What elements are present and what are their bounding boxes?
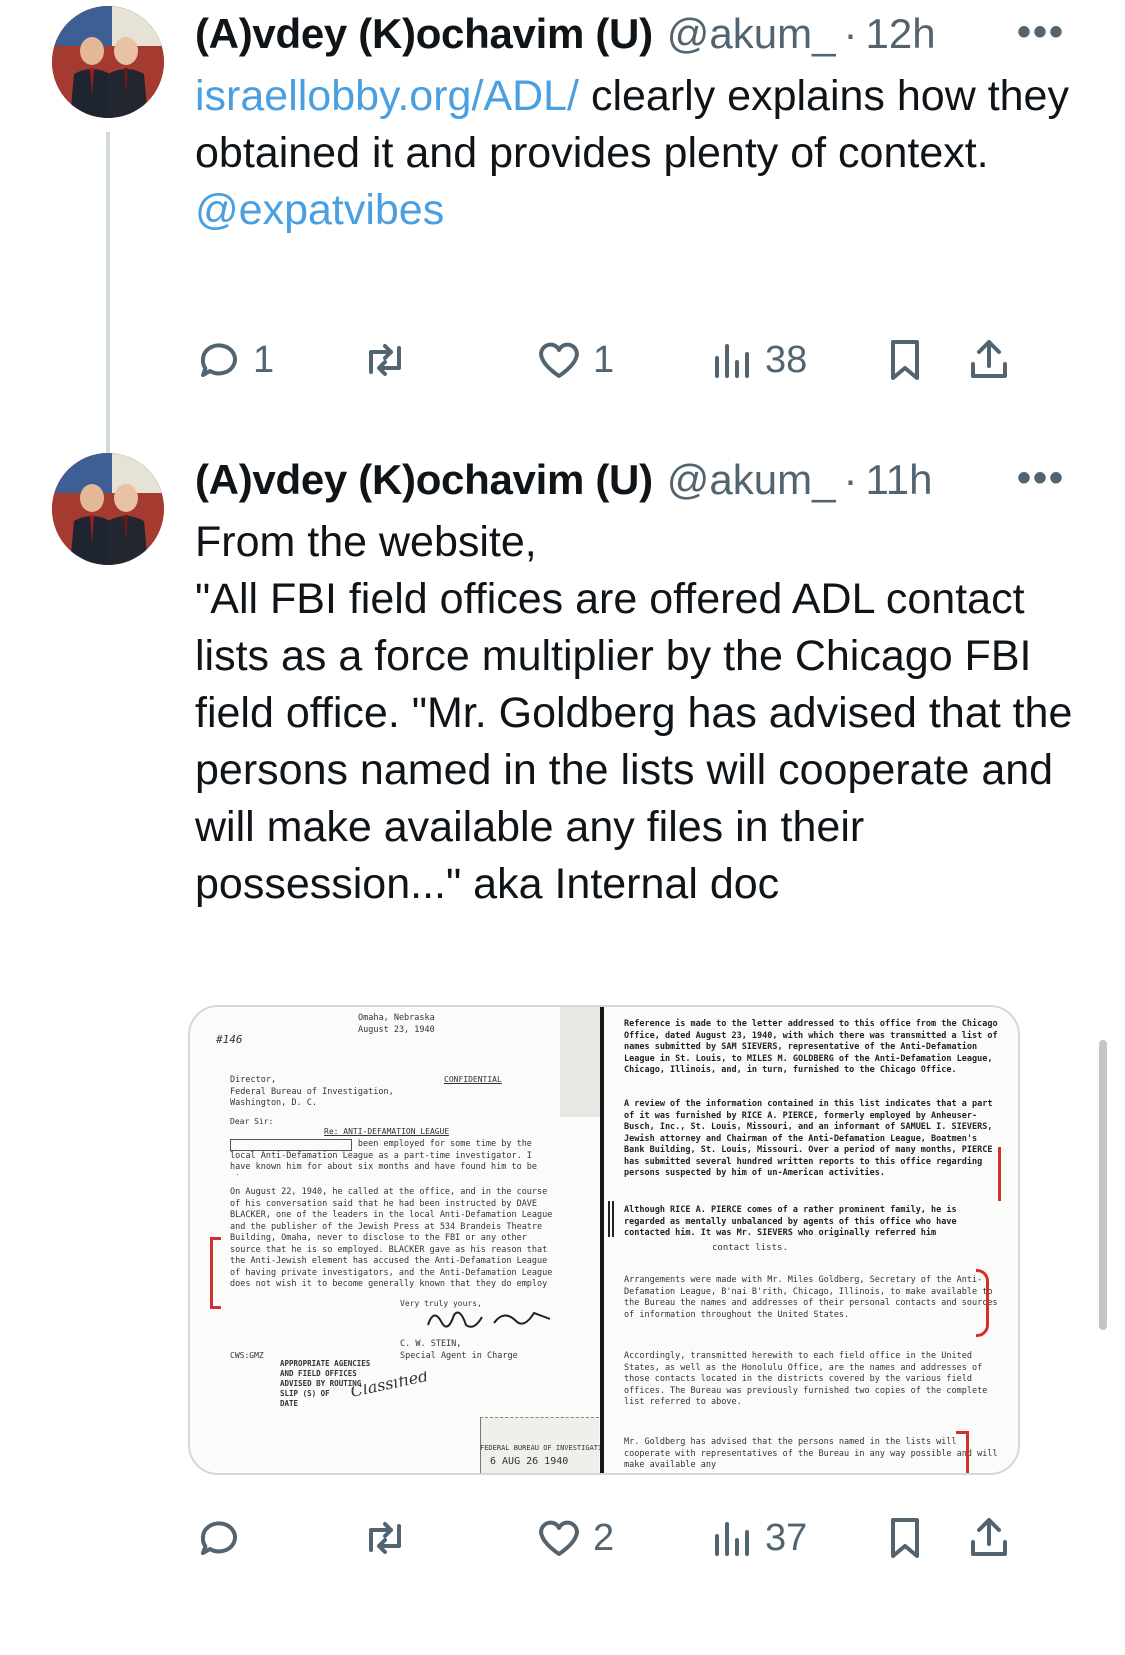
views-icon (715, 1522, 749, 1556)
doc-torn-margin (560, 1007, 602, 1117)
red-annotation-bracket (956, 1431, 969, 1473)
timestamp[interactable]: 12h (865, 10, 935, 58)
reply-icon (200, 1521, 237, 1555)
more-options-icon[interactable]: ••• (1017, 10, 1065, 55)
doc-address: Director, Federal Bureau of Investigatio… (230, 1075, 394, 1108)
author-handle[interactable]: @akum_ (667, 10, 836, 58)
share-icon (971, 1518, 1007, 1556)
doc-signer: C. W. STEIN, Special Agent in Charge (400, 1339, 518, 1361)
share-button[interactable] (965, 330, 1013, 390)
doc-right-paragraph-2: A review of the information contained in… (624, 1099, 993, 1178)
doc-right-paragraph-3: Although RICE A. PIERCE comes of a rathe… (624, 1205, 957, 1238)
mention-link[interactable]: @expatvibes (195, 186, 444, 234)
avatar[interactable] (52, 453, 164, 565)
bookmark-icon (891, 340, 919, 380)
doc-file-mark: #146 (216, 1035, 243, 1045)
doc-margin-mark (608, 1201, 614, 1237)
thread-line (106, 132, 110, 462)
retweet-icon (369, 1522, 401, 1554)
doc-initials: CWS:GMZ (230, 1351, 264, 1360)
doc-redaction-box (230, 1139, 352, 1151)
doc-right-paragraph-1: Reference is made to the letter addresse… (624, 1019, 998, 1075)
separator: · (843, 456, 858, 503)
tweet-text: israellobby.org/ADL/ clearly explains ho… (195, 68, 1075, 239)
action-bar: 2 37 (195, 1508, 1065, 1568)
like-button[interactable]: 1 (535, 330, 614, 390)
doc-received-date: 6 AUG 26 1940 (490, 1457, 569, 1467)
view-count: 38 (765, 338, 808, 381)
retweet-button[interactable] (361, 1508, 409, 1568)
tweet-header: (A)vdey (K)ochavim (U) @akum_ · 12h ••• (195, 6, 1065, 62)
like-count: 2 (593, 1516, 615, 1559)
tweet-header: (A)vdey (K)ochavim (U) @akum_ · 11h ••• (195, 452, 1065, 508)
share-button[interactable] (965, 1508, 1013, 1568)
doc-salutation: Dear Sir: (230, 1117, 274, 1126)
bookmark-icon (891, 1518, 919, 1558)
doc-handwritten-note: contact lists. (712, 1243, 788, 1253)
reply-button[interactable] (195, 1508, 253, 1568)
doc-right-paragraph-6: Mr. Goldberg has advised that the person… (624, 1437, 998, 1470)
doc-right-paragraph-5: Accordingly, transmitted herewith to eac… (624, 1351, 988, 1407)
like-icon (539, 1520, 579, 1556)
bookmark-button[interactable] (881, 1508, 929, 1568)
reply-count: 1 (253, 338, 275, 381)
doc-place-date: Omaha, Nebraska August 23, 1940 (358, 1013, 435, 1035)
tweet-1[interactable]: (A)vdey (K)ochavim (U) @akum_ · 12h ••• … (0, 0, 1125, 462)
attached-document-image[interactable]: Omaha, Nebraska August 23, 1940 #146 Dir… (188, 1005, 1020, 1475)
separator: · (843, 10, 858, 57)
doc-re-line: Re: ANTI-DEFAMATION LEAGUE (324, 1127, 450, 1136)
retweet-icon (369, 344, 401, 376)
avatar-image (52, 453, 164, 565)
scrollbar[interactable] (1099, 1040, 1107, 1330)
reply-button[interactable]: 1 (195, 330, 274, 390)
reply-icon (200, 343, 237, 377)
more-options-icon[interactable]: ••• (1017, 456, 1065, 501)
retweet-button[interactable] (361, 330, 409, 390)
tweet-body: From the website, "All FBI field offices… (195, 518, 1073, 908)
views-button[interactable]: 38 (707, 330, 807, 390)
bookmark-button[interactable] (881, 330, 929, 390)
fbi-memo-goldberg: Reference is made to the letter addresse… (604, 1007, 1018, 1473)
fbi-letter-omaha: Omaha, Nebraska August 23, 1940 #146 Dir… (190, 1007, 611, 1473)
doc-bureau-stamp: FEDERAL BUREAU OF INVESTIGATION (480, 1444, 611, 1452)
red-annotation-bracket (992, 1147, 1001, 1201)
signature-scribble (424, 1305, 554, 1335)
view-count: 37 (765, 1516, 808, 1559)
like-button[interactable]: 2 (535, 1508, 614, 1568)
views-icon (715, 344, 749, 378)
like-count: 1 (593, 338, 615, 381)
author-name[interactable]: (A)vdey (K)ochavim (U) (195, 10, 653, 58)
red-annotation-bracket (210, 1237, 221, 1309)
doc-paragraph-2: On August 22, 1940, he called at the off… (230, 1187, 553, 1291)
red-annotation-bracket (976, 1269, 989, 1337)
author-handle[interactable]: @akum_ (667, 456, 836, 504)
doc-classification: CONFIDENTIAL (444, 1075, 502, 1084)
author-name[interactable]: (A)vdey (K)ochavim (U) (195, 456, 653, 504)
like-icon (539, 342, 579, 378)
avatar[interactable] (52, 6, 164, 118)
action-bar: 1 1 38 (195, 330, 1065, 390)
avatar-image (52, 6, 164, 118)
website-link[interactable]: israellobby.org/ADL/ (195, 72, 579, 120)
share-icon (971, 340, 1007, 378)
doc-right-paragraph-4: Arrangements were made with Mr. Miles Go… (624, 1275, 998, 1320)
views-button[interactable]: 37 (707, 1508, 807, 1568)
timestamp[interactable]: 11h (865, 456, 932, 504)
